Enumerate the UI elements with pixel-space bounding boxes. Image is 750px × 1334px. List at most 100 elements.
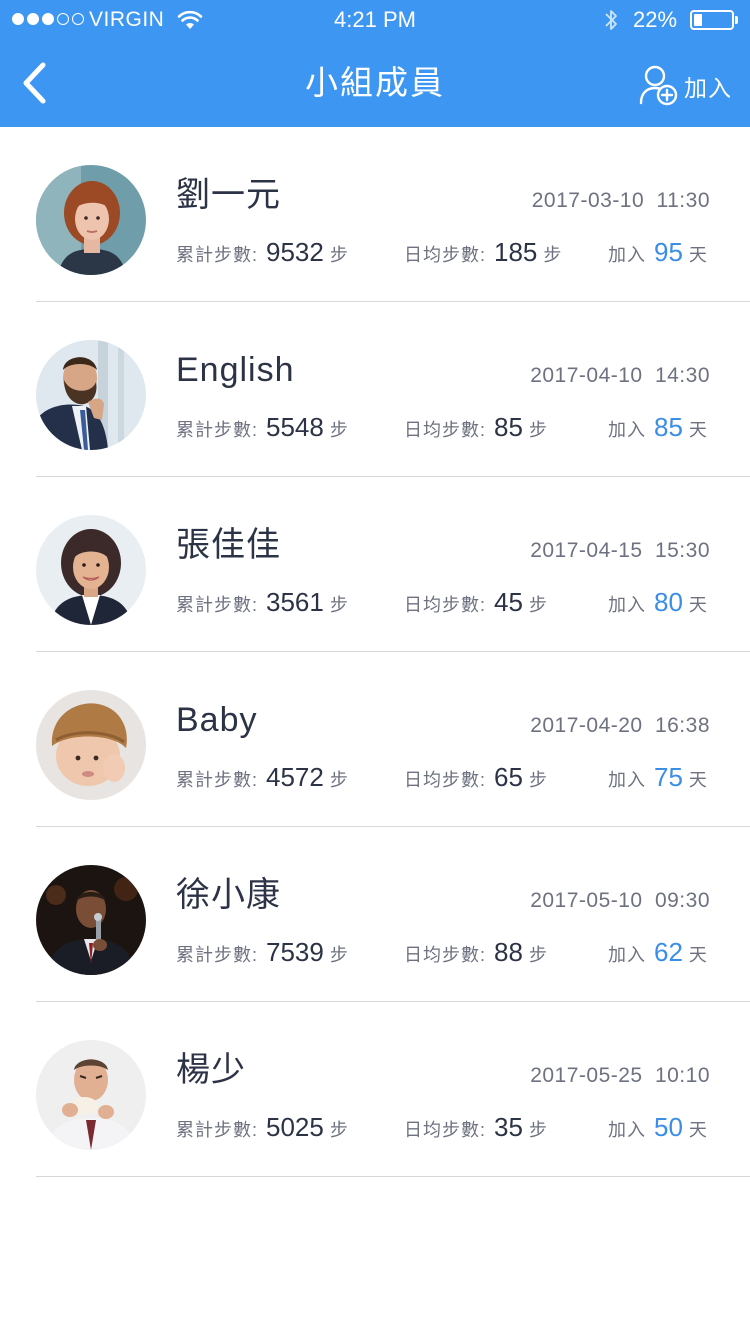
steps-unit: 步 bbox=[329, 245, 348, 265]
daily-steps: 日均步數: 45 步 bbox=[404, 587, 547, 618]
total-steps-value: 3561 bbox=[266, 587, 324, 617]
daily-steps: 日均步數: 88 步 bbox=[404, 937, 547, 968]
days-joined: 加入 50 天 bbox=[608, 1112, 707, 1143]
days-joined: 加入 75 天 bbox=[608, 762, 707, 793]
daily-steps-value: 35 bbox=[494, 1112, 523, 1142]
days-unit: 天 bbox=[688, 945, 707, 965]
total-steps: 累計步數: 5025 步 bbox=[176, 1112, 348, 1143]
avatar bbox=[36, 1040, 146, 1150]
member-name: Baby bbox=[176, 701, 258, 739]
status-bar: VIRGIN 4:21 PM 22% bbox=[0, 0, 750, 40]
total-steps-value: 5025 bbox=[266, 1112, 324, 1142]
man-microphone-avatar-image bbox=[36, 865, 146, 975]
total-steps-value: 7539 bbox=[266, 937, 324, 967]
member-join-datetime: 2017-04-15 15:30 bbox=[530, 539, 710, 562]
daily-steps-value: 88 bbox=[494, 937, 523, 967]
days-joined: 加入 95 天 bbox=[608, 237, 707, 268]
member-list: 劉一元 2017-03-10 11:30 累計步數: 9532 步 日均步數: 185… bbox=[0, 127, 750, 1177]
steps-unit: 步 bbox=[528, 945, 547, 965]
woman-red-hair-avatar-image bbox=[36, 165, 146, 275]
days-joined: 加入 80 天 bbox=[608, 587, 707, 618]
steps-unit: 步 bbox=[528, 1120, 547, 1140]
add-user-icon bbox=[639, 65, 678, 106]
member-join-datetime: 2017-03-10 11:30 bbox=[531, 189, 710, 212]
days-unit: 天 bbox=[688, 420, 707, 440]
row-divider bbox=[36, 1176, 750, 1177]
daily-steps-value: 85 bbox=[494, 412, 523, 442]
battery-percent: 22% bbox=[633, 7, 678, 32]
member-join-datetime: 2017-04-10 14:30 bbox=[530, 364, 710, 387]
avatar bbox=[36, 340, 146, 450]
daily-steps-value: 45 bbox=[494, 587, 523, 617]
joined-label: 加入 bbox=[608, 595, 646, 615]
smiling-woman-blazer-avatar-image bbox=[36, 515, 146, 625]
steps-unit: 步 bbox=[329, 770, 348, 790]
avatar bbox=[36, 165, 146, 275]
total-steps: 累計步數: 9532 步 bbox=[176, 237, 348, 268]
total-steps: 累計步數: 7539 步 bbox=[176, 937, 348, 968]
total-steps-label: 累計步數: bbox=[176, 1120, 259, 1140]
total-steps-value: 9532 bbox=[266, 237, 324, 267]
member-name: 楊少 bbox=[176, 1051, 246, 1089]
steps-unit: 步 bbox=[329, 420, 348, 440]
member-join-datetime: 2017-05-25 10:10 bbox=[530, 1064, 710, 1087]
daily-steps-label: 日均步數: bbox=[404, 770, 487, 790]
battery-fill bbox=[694, 14, 702, 26]
avatar bbox=[36, 865, 146, 975]
joined-label: 加入 bbox=[608, 420, 646, 440]
top-bar: VIRGIN 4:21 PM 22% 小組成員 加入 bbox=[0, 0, 750, 127]
man-eating-avatar-image bbox=[36, 1040, 146, 1150]
days-joined: 加入 85 天 bbox=[608, 412, 707, 443]
total-steps: 累計步數: 4572 步 bbox=[176, 762, 348, 793]
join-label: 加入 bbox=[684, 75, 732, 101]
days-unit: 天 bbox=[688, 770, 707, 790]
member-row[interactable]: 徐小康 2017-05-10 09:30 累計步數: 7539 步 日均步數: 88 步… bbox=[0, 827, 750, 1002]
daily-steps: 日均步數: 65 步 bbox=[404, 762, 547, 793]
joined-label: 加入 bbox=[608, 770, 646, 790]
total-steps-value: 5548 bbox=[266, 412, 324, 442]
steps-unit: 步 bbox=[528, 420, 547, 440]
join-button[interactable]: 加入 bbox=[638, 63, 732, 107]
days-unit: 天 bbox=[688, 1120, 707, 1140]
daily-steps-label: 日均步數: bbox=[404, 1120, 487, 1140]
bluetooth-icon bbox=[605, 10, 617, 30]
steps-unit: 步 bbox=[329, 1120, 348, 1140]
joined-label: 加入 bbox=[608, 245, 646, 265]
member-join-datetime: 2017-05-10 09:30 bbox=[530, 889, 710, 912]
screen: VIRGIN 4:21 PM 22% 小組成員 加入 劉一元 2017-03-1… bbox=[0, 0, 750, 1334]
baby-knit-hat-avatar-image bbox=[36, 690, 146, 800]
daily-steps-value: 185 bbox=[494, 237, 538, 267]
daily-steps-value: 65 bbox=[494, 762, 523, 792]
battery-icon bbox=[690, 10, 738, 30]
member-row[interactable]: Baby 2017-04-20 16:38 累計步數: 4572 步 日均步數: 65… bbox=[0, 652, 750, 827]
total-steps-value: 4572 bbox=[266, 762, 324, 792]
days-joined-value: 80 bbox=[654, 587, 683, 617]
days-unit: 天 bbox=[688, 245, 707, 265]
member-name: English bbox=[176, 351, 295, 389]
avatar bbox=[36, 690, 146, 800]
steps-unit: 步 bbox=[329, 945, 348, 965]
member-row[interactable]: 劉一元 2017-03-10 11:30 累計步數: 9532 步 日均步數: 185… bbox=[0, 127, 750, 302]
avatar bbox=[36, 515, 146, 625]
member-row[interactable]: English 2017-04-10 14:30 累計步數: 5548 步 日均步數… bbox=[0, 302, 750, 477]
joined-label: 加入 bbox=[608, 945, 646, 965]
daily-steps-label: 日均步數: bbox=[404, 945, 487, 965]
total-steps: 累計步數: 3561 步 bbox=[176, 587, 348, 618]
member-row[interactable]: 張佳佳 2017-04-15 15:30 累計步數: 3561 步 日均步數: 45 步… bbox=[0, 477, 750, 652]
daily-steps: 日均步數: 35 步 bbox=[404, 1112, 547, 1143]
member-name: 劉一元 bbox=[176, 176, 281, 214]
days-joined-value: 85 bbox=[654, 412, 683, 442]
days-joined-value: 62 bbox=[654, 937, 683, 967]
steps-unit: 步 bbox=[528, 770, 547, 790]
days-unit: 天 bbox=[688, 595, 707, 615]
days-joined-value: 95 bbox=[654, 237, 683, 267]
daily-steps-label: 日均步數: bbox=[404, 595, 487, 615]
total-steps-label: 累計步數: bbox=[176, 245, 259, 265]
member-row[interactable]: 楊少 2017-05-25 10:10 累計步數: 5025 步 日均步數: 35 步 … bbox=[0, 1002, 750, 1177]
joined-label: 加入 bbox=[608, 1120, 646, 1140]
total-steps-label: 累計步數: bbox=[176, 945, 259, 965]
days-joined-value: 75 bbox=[654, 762, 683, 792]
daily-steps: 日均步數: 85 步 bbox=[404, 412, 547, 443]
total-steps: 累計步數: 5548 步 bbox=[176, 412, 348, 443]
daily-steps-label: 日均步數: bbox=[404, 245, 487, 265]
